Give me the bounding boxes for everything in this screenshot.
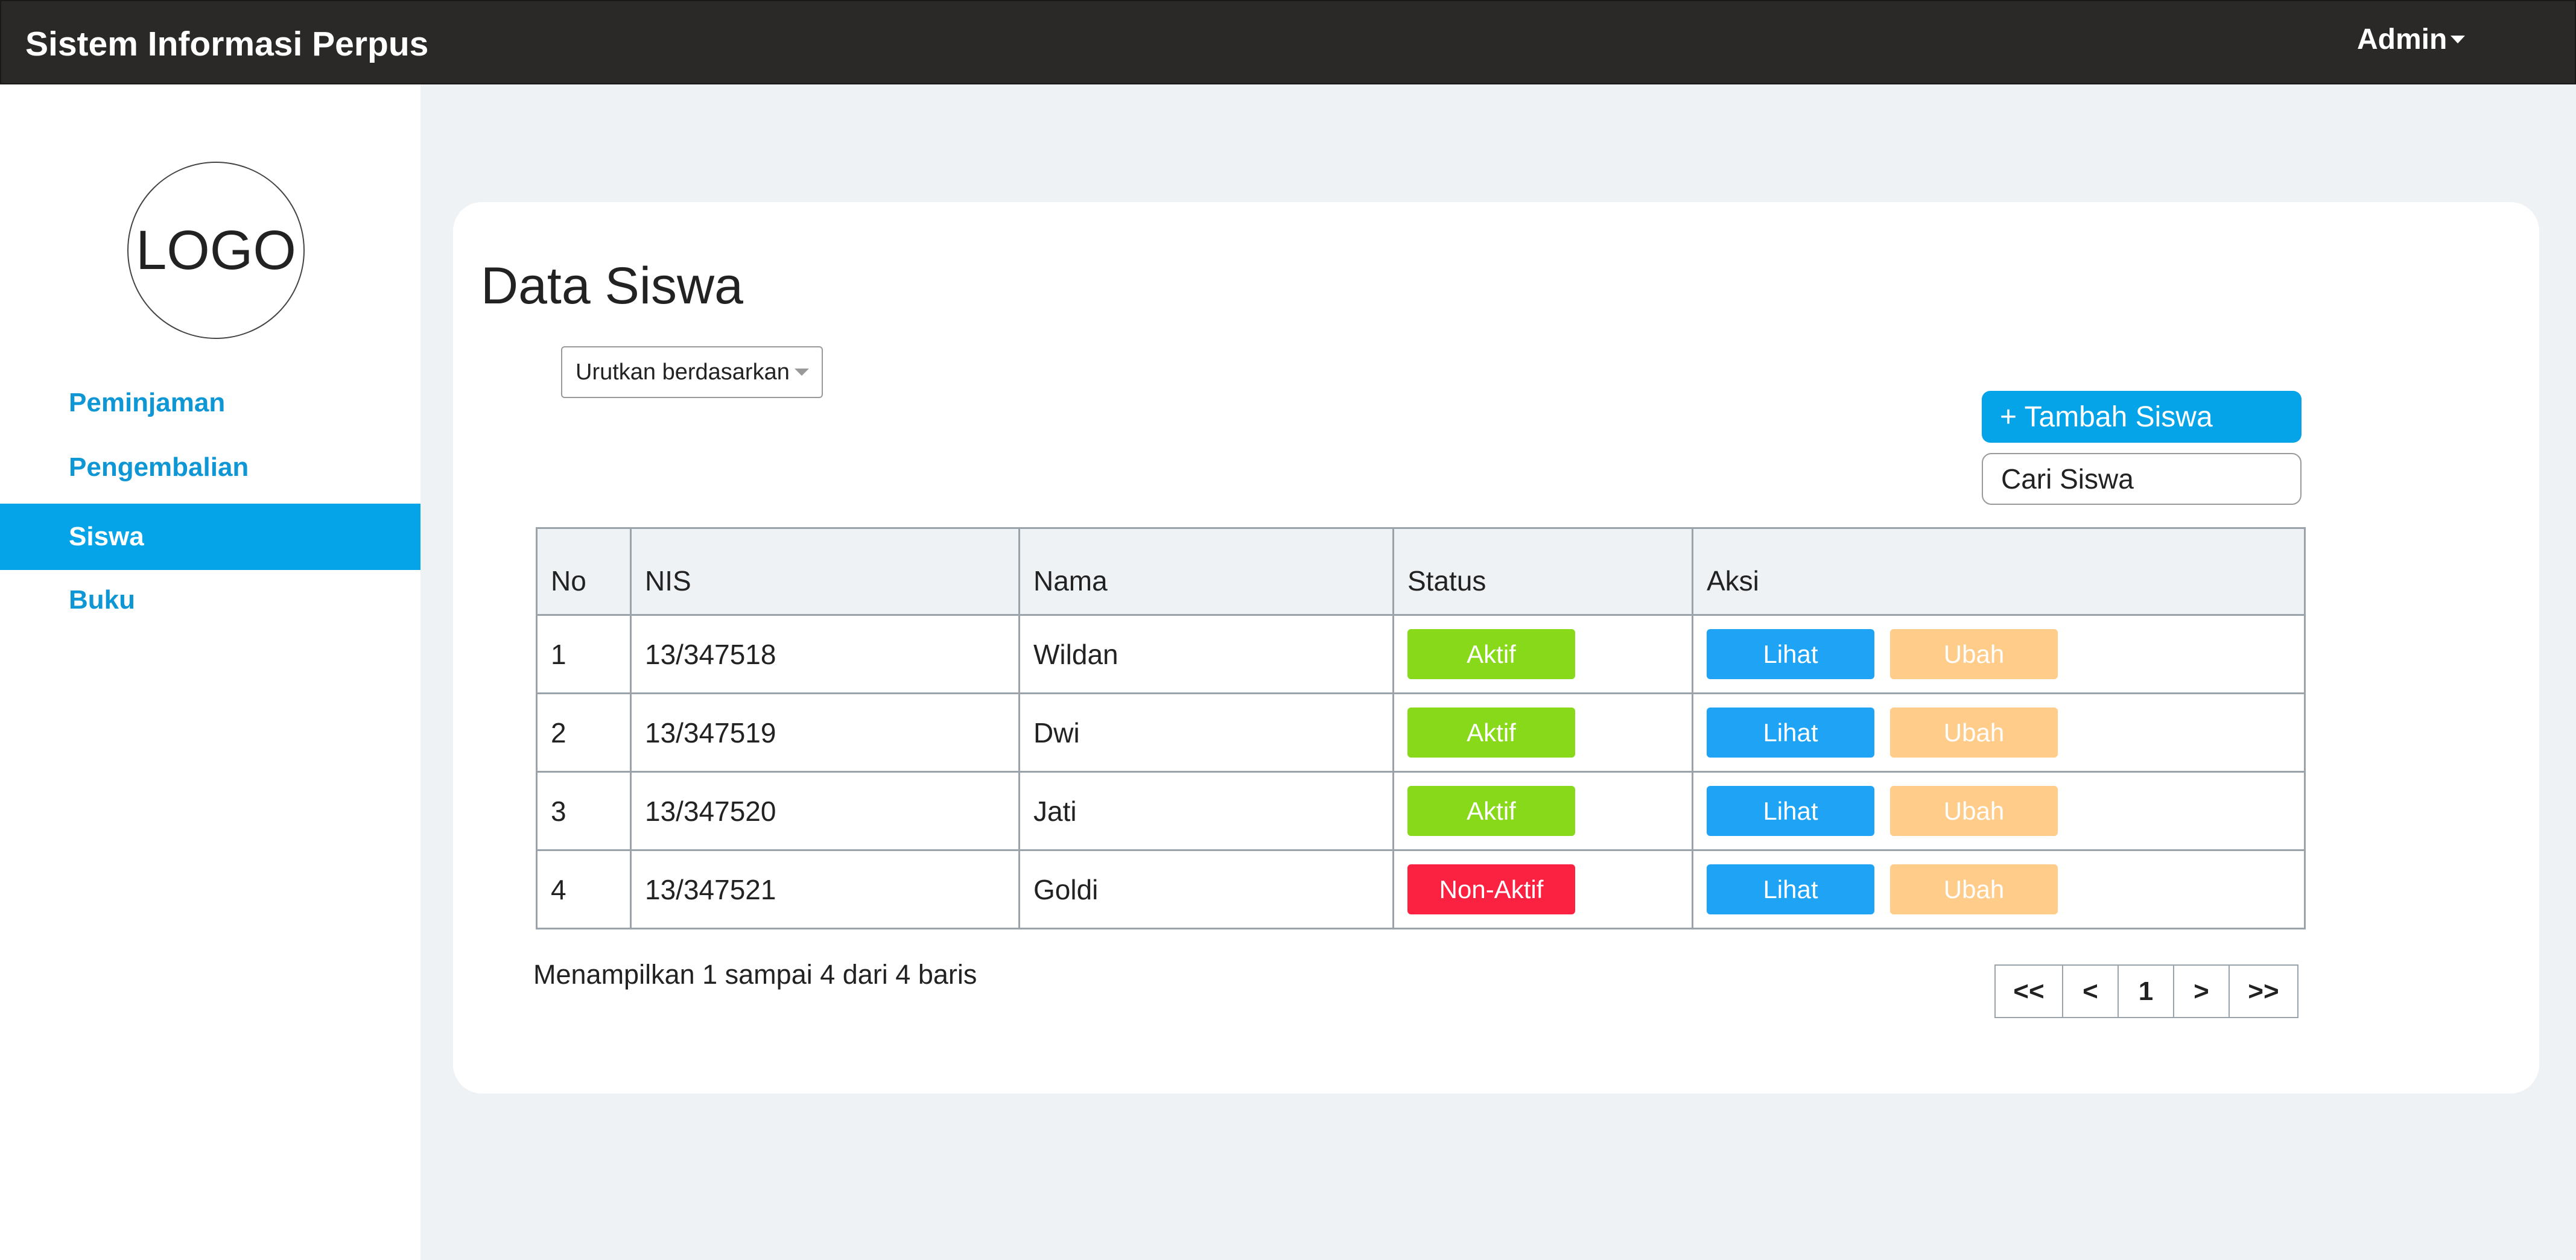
pagination-next[interactable]: > [2174,966,2230,1017]
cell-nis: 13/347520 [630,771,1020,851]
status-badge: Non-Aktif [1407,864,1575,914]
sidebar-item-peminjaman[interactable]: Peminjaman [0,370,420,436]
cell-nis: 13/347521 [630,849,1020,929]
sort-dropdown-label: Urutkan berdasarkan [576,359,790,385]
view-button[interactable]: Lihat [1707,708,1874,758]
view-button[interactable]: Lihat [1707,629,1874,679]
sort-dropdown[interactable]: Urutkan berdasarkan [561,346,823,398]
edit-button[interactable]: Ubah [1890,786,2058,836]
search-input[interactable] [1982,453,2302,505]
table-row: 1 13/347518 Wildan Aktif Lihat Ubah [536,614,2306,694]
table-row: 3 13/347520 Jati Aktif Lihat Ubah [536,771,2306,851]
table-row: 2 13/347519 Dwi Aktif Lihat Ubah [536,692,2306,773]
cell-no: 1 [536,614,632,694]
table-summary: Menampilkan 1 sampai 4 dari 4 baris [533,959,977,990]
edit-button[interactable]: Ubah [1890,629,2058,679]
edit-button[interactable]: Ubah [1890,708,2058,758]
pagination: << < 1 > >> [1994,964,2298,1018]
sidebar-item-buku[interactable]: Buku [0,567,420,633]
pagination-page-1[interactable]: 1 [2119,966,2174,1017]
sidebar-item-siswa[interactable]: Siswa [0,504,420,570]
view-button[interactable]: Lihat [1707,786,1874,836]
cell-nama: Wildan [1018,614,1394,694]
pagination-prev[interactable]: < [2063,966,2119,1017]
cell-nama: Goldi [1018,849,1394,929]
cell-no: 3 [536,771,632,851]
view-button[interactable]: Lihat [1707,864,1874,914]
pagination-last[interactable]: >> [2230,966,2297,1017]
caret-down-icon [794,369,809,376]
table-row: 4 13/347521 Goldi Non-Aktif Lihat Ubah [536,849,2306,929]
cell-status: Aktif [1392,614,1693,694]
cell-actions: Lihat Ubah [1692,771,2306,851]
student-table: No NIS Nama Status Aksi 1 13/347518 Wild… [536,527,2306,929]
sidebar-item-pengembalian[interactable]: Pengembalian [0,434,420,501]
add-student-button[interactable]: + Tambah Siswa [1982,391,2302,443]
status-badge: Aktif [1407,786,1575,836]
cell-nama: Dwi [1018,692,1394,773]
sidebar-item-label: Pengembalian [69,452,249,482]
column-header-no: No [536,527,632,616]
app-title: Sistem Informasi Perpus [25,25,429,63]
cell-no: 4 [536,849,632,929]
column-header-aksi: Aksi [1692,527,2306,616]
cell-nis: 13/347518 [630,614,1020,694]
cell-actions: Lihat Ubah [1692,849,2306,929]
logo: LOGO [127,162,305,339]
admin-menu-label: Admin [2357,24,2448,55]
cell-nama: Jati [1018,771,1394,851]
cell-actions: Lihat Ubah [1692,692,2306,773]
caret-down-icon [2451,36,2466,43]
column-header-nama: Nama [1018,527,1394,616]
cell-status: Non-Aktif [1392,849,1693,929]
page-title: Data Siswa [481,257,743,315]
cell-status: Aktif [1392,692,1693,773]
sidebar-item-label: Buku [69,585,135,615]
sidebar-item-label: Peminjaman [69,388,226,417]
sidebar: LOGO Peminjaman Pengembalian Siswa Buku [0,84,420,1260]
status-badge: Aktif [1407,708,1575,758]
edit-button[interactable]: Ubah [1890,864,2058,914]
table-header-row: No NIS Nama Status Aksi [536,527,2306,616]
column-header-nis: NIS [630,527,1020,616]
cell-status: Aktif [1392,771,1693,851]
sidebar-item-label: Siswa [69,522,144,551]
admin-menu[interactable]: Admin [2357,23,2466,56]
cell-nis: 13/347519 [630,692,1020,773]
cell-actions: Lihat Ubah [1692,614,2306,694]
pagination-first[interactable]: << [1996,966,2063,1017]
cell-no: 2 [536,692,632,773]
column-header-status: Status [1392,527,1693,616]
top-navbar: Sistem Informasi Perpus Admin [0,0,2576,84]
status-badge: Aktif [1407,629,1575,679]
